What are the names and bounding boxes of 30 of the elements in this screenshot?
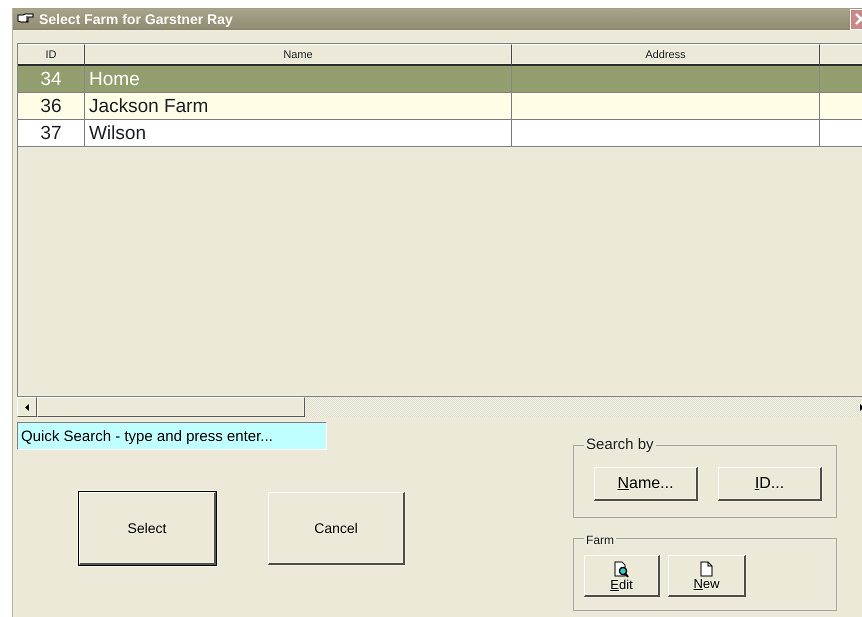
new-button[interactable]: New [668, 555, 746, 597]
window-title: Select Farm for Garstner Ray [39, 10, 233, 29]
table-cell[interactable] [820, 66, 862, 93]
left-arrow-icon [25, 404, 29, 410]
search-button[interactable]: Name... [594, 467, 698, 501]
dialog-button[interactable]: Select [79, 492, 216, 565]
table-cell[interactable]: Jackson Farm [85, 93, 512, 120]
document-magnifier-icon [614, 560, 630, 578]
table-cell[interactable] [820, 120, 862, 147]
table-cell[interactable]: Wilson [85, 120, 512, 147]
table-cell[interactable]: 36 [18, 93, 85, 120]
column-header[interactable]: Address [512, 44, 820, 66]
table-cell[interactable] [512, 66, 820, 93]
table-cell[interactable] [512, 120, 820, 147]
edit-button[interactable]: Edit [584, 555, 660, 597]
document-icon [700, 561, 713, 577]
table-cell[interactable] [512, 93, 820, 120]
search-button[interactable]: ID... [718, 467, 822, 501]
scroll-thumb[interactable] [37, 397, 305, 417]
group-title: Search by [584, 436, 656, 454]
quick-search-field[interactable]: Quick Search - type and press enter... [17, 422, 327, 450]
column-header[interactable] [820, 44, 862, 66]
table-cell[interactable] [820, 93, 862, 120]
pointing-hand-icon [17, 13, 35, 24]
table-cell[interactable]: 37 [18, 120, 85, 147]
scroll-left-button[interactable] [17, 397, 37, 417]
column-header[interactable]: ID [18, 44, 85, 66]
dialog-button[interactable]: Cancel [268, 492, 405, 565]
horizontal-scrollbar[interactable] [17, 397, 862, 417]
column-header[interactable]: Name [85, 44, 512, 66]
